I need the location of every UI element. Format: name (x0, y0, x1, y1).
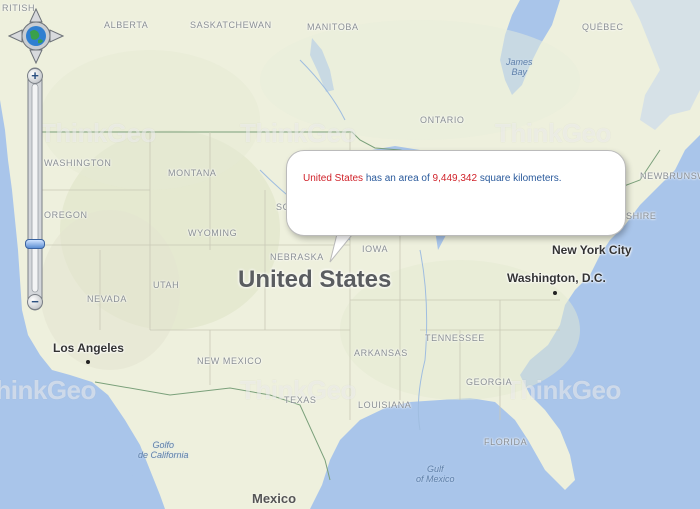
zoom-slider-track (27, 67, 43, 311)
state-label: TEXAS (284, 395, 317, 405)
state-label: NEW MEXICO (197, 356, 263, 366)
state-label: SHIRE (626, 211, 657, 221)
popup-country-name: United States (303, 173, 364, 184)
state-label: LOUISIANA (358, 400, 412, 410)
state-label: FLORIDA (484, 437, 528, 447)
zoom-slider-thumb[interactable] (25, 239, 45, 250)
pan-control[interactable] (7, 7, 65, 65)
watermark: ThinkGeo (505, 375, 621, 405)
state-label: ALBERTA (104, 20, 149, 30)
watermark: ThinkGeo (40, 118, 156, 148)
city-marker (86, 360, 90, 364)
state-label: NEBRASKA (270, 252, 324, 262)
state-label: TENNESSEE (425, 333, 485, 343)
watermark: ThinkGeo (495, 118, 611, 148)
state-label: QUÉBEC (582, 22, 624, 32)
water-label-james-bay: James Bay (506, 57, 533, 77)
map-canvas[interactable]: ThinkGeo ThinkGeo ThinkGeo ThinkGeo Thin… (0, 0, 700, 509)
city-marker (553, 291, 557, 295)
popup-area-value: 9,449,342 (432, 173, 478, 184)
state-label: WASHINGTON (44, 158, 112, 168)
pan-up-arrow (29, 7, 43, 23)
city-label-washington-dc: Washington, D.C. (507, 271, 606, 285)
state-label: IOWA (362, 244, 389, 254)
country-label: United States (238, 266, 392, 293)
state-label: NEWBRUNSWICK (640, 171, 700, 181)
state-label: SASKATCHEWAN (190, 20, 272, 30)
popup-text-units: square kilometers. (477, 173, 562, 184)
compass-icon (7, 7, 65, 65)
pan-right-arrow (49, 29, 65, 43)
water-label-gulf-california: Golfo de California (138, 440, 189, 460)
state-label: NEVADA (87, 294, 127, 304)
water-label-gulf-mexico: Gulf of Mexico (416, 464, 455, 484)
pan-left-arrow (7, 29, 23, 43)
state-label: UTAH (153, 280, 180, 290)
state-label: MANITOBA (307, 22, 359, 32)
zoom-in-button[interactable]: + (27, 68, 43, 84)
country-label-mexico: Mexico (252, 491, 297, 506)
popup-text-area-label: has an area of (363, 173, 433, 184)
zoom-slider[interactable] (25, 66, 45, 312)
pan-down-arrow (29, 49, 43, 65)
info-popup[interactable]: United States has an area of 9,449,342 s… (286, 150, 626, 236)
state-label: GEORGIA (466, 377, 513, 387)
popup-message: United States has an area of 9,449,342 s… (303, 173, 562, 184)
watermark: ThinkGeo (240, 118, 356, 148)
city-label-new-york: New York City (552, 243, 632, 257)
zoom-out-button[interactable]: − (27, 294, 43, 310)
state-label: MONTANA (168, 168, 217, 178)
state-label: WYOMING (188, 228, 238, 238)
state-label: OREGON (44, 210, 88, 220)
watermark: ThinkGeo (0, 375, 96, 405)
state-label: ARKANSAS (354, 348, 408, 358)
state-label: ONTARIO (420, 115, 465, 125)
city-label-los-angeles: Los Angeles (53, 341, 124, 355)
